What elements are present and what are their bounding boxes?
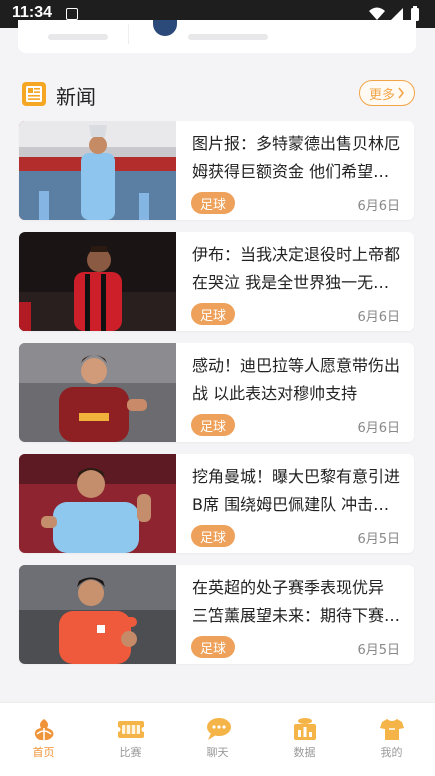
news-title: 伊布：当我决定退役时上帝都在哭泣 我是全世界独一无二的 bbox=[192, 245, 401, 292]
news-thumbnail bbox=[19, 121, 176, 220]
category-tag: 足球 bbox=[191, 303, 235, 325]
tab-label: 首页 bbox=[32, 746, 55, 759]
news-title: 在英超的处子赛季表现优异 三笘薰展望未来：期待下赛季更好 bbox=[192, 578, 401, 625]
tab-home[interactable]: 首页 bbox=[0, 703, 87, 776]
news-title: 图片报：多特蒙德出售贝林厄姆获得巨额资金 他们希望签下新援 bbox=[192, 134, 401, 181]
home-basketball-icon bbox=[34, 719, 53, 741]
section-title: 新闻 bbox=[56, 85, 96, 109]
tab-chat[interactable]: 聊天 bbox=[174, 703, 261, 776]
battery-icon bbox=[411, 6, 419, 21]
news-date: 6月6日 bbox=[357, 199, 400, 214]
newspaper-icon bbox=[22, 82, 46, 106]
team-logo-icon bbox=[153, 20, 177, 36]
more-button-label: 更多 bbox=[368, 87, 395, 103]
wifi-icon bbox=[369, 7, 385, 20]
news-title: 感动！迪巴拉等人愿意带伤出战 以此表达对穆帅支持 bbox=[192, 356, 401, 403]
tab-profile[interactable]: 我的 bbox=[348, 703, 435, 776]
news-item[interactable]: 挖角曼城！曝大巴黎有意引进B席 围绕姆巴佩建队 冲击欧冠 足球 6月5日 bbox=[19, 454, 414, 553]
news-section-header: 新闻 更多 bbox=[0, 78, 435, 112]
divider bbox=[128, 24, 129, 44]
signal-icon bbox=[391, 8, 403, 20]
category-tag: 足球 bbox=[191, 192, 235, 214]
news-item[interactable]: 伊布：当我决定退役时上帝都在哭泣 我是全世界独一无二的 足球 6月6日 bbox=[19, 232, 414, 331]
news-date: 6月5日 bbox=[357, 643, 400, 658]
news-thumbnail bbox=[19, 232, 176, 331]
match-ticket-icon bbox=[115, 721, 146, 738]
chat-bubble-icon bbox=[206, 718, 231, 740]
news-date: 6月5日 bbox=[357, 532, 400, 547]
tab-match[interactable]: 比赛 bbox=[87, 703, 174, 776]
previous-card-text bbox=[48, 34, 108, 40]
news-date: 6月6日 bbox=[357, 310, 400, 325]
tab-label: 数据 bbox=[293, 746, 316, 759]
category-tag: 足球 bbox=[191, 636, 235, 658]
tab-label: 我的 bbox=[380, 746, 403, 759]
notification-icon bbox=[66, 8, 78, 20]
previous-card-text bbox=[188, 34, 268, 40]
previous-card[interactable] bbox=[18, 20, 416, 53]
news-thumbnail bbox=[19, 565, 176, 664]
news-item[interactable]: 图片报：多特蒙德出售贝林厄姆获得巨额资金 他们希望签下新援 足球 6月6日 bbox=[19, 121, 414, 220]
news-item[interactable]: 在英超的处子赛季表现优异 三笘薰展望未来：期待下赛季更好 足球 6月5日 bbox=[19, 565, 414, 664]
tab-label: 比赛 bbox=[119, 746, 142, 759]
news-title: 挖角曼城！曝大巴黎有意引进B席 围绕姆巴佩建队 冲击欧冠 bbox=[192, 467, 401, 514]
tab-label: 聊天 bbox=[206, 746, 229, 759]
chevron-right-icon bbox=[398, 87, 405, 99]
news-thumbnail bbox=[19, 343, 176, 442]
tab-data[interactable]: 数据 bbox=[261, 703, 348, 776]
category-tag: 足球 bbox=[191, 414, 235, 436]
category-tag: 足球 bbox=[191, 525, 235, 547]
bottom-tab-bar: 首页 比赛 聊天 数据 我的 bbox=[0, 702, 435, 776]
more-button[interactable]: 更多 bbox=[359, 80, 415, 106]
data-chart-icon bbox=[293, 718, 316, 740]
profile-jersey-icon bbox=[379, 719, 404, 740]
news-thumbnail bbox=[19, 454, 176, 553]
news-list: 图片报：多特蒙德出售贝林厄姆获得巨额资金 他们希望签下新援 足球 6月6日 伊布… bbox=[19, 121, 414, 676]
news-item[interactable]: 感动！迪巴拉等人愿意带伤出战 以此表达对穆帅支持 足球 6月6日 bbox=[19, 343, 414, 442]
news-date: 6月6日 bbox=[357, 421, 400, 436]
